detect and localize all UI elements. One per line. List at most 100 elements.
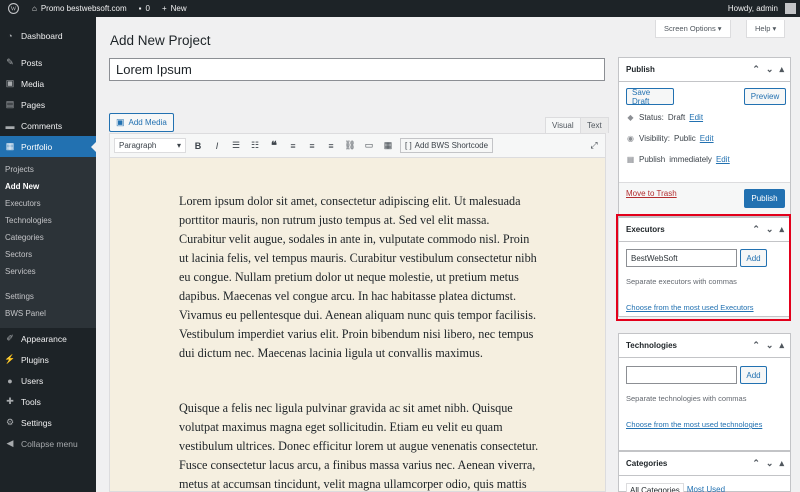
media-icon: ▣ [116,117,125,127]
menu-tools[interactable]: ✚ Tools [0,391,96,412]
publish-box-header: Publish ⌃ ⌄ ▴ [619,58,790,82]
chevron-down-icon: ▾ [176,141,181,150]
bws-shortcode-button[interactable]: [ ] Add BWS Shortcode [400,138,494,153]
align-center-icon[interactable]: ≡ [305,139,319,153]
submenu-services[interactable]: Services [0,263,96,280]
appearance-icon: ✐ [6,333,14,343]
tab-visual[interactable]: Visual [545,117,581,133]
users-icon: ● [7,375,13,386]
site-name-link[interactable]: ⌂ Promo bestwebsoft.com [26,0,133,17]
wordpress-logo-icon[interactable]: W [0,0,26,17]
choose-technologies-link[interactable]: Choose from the most used technologies [626,420,762,429]
bold-icon[interactable]: B [191,139,205,153]
publish-box: Publish ⌃ ⌄ ▴ Save Draft Preview ◆ Status: D… [618,57,791,217]
add-technology-button[interactable]: Add [740,366,767,384]
publish-button[interactable]: Publish [744,189,785,208]
submenu-settings[interactable]: Settings [0,288,96,305]
numbered-list-icon[interactable]: ☷ [248,139,262,153]
tab-text[interactable]: Text [580,117,609,133]
editor-toolbar: Paragraph ▾ B I ☰ ☷ ❝ ≡ ≡ ≡ ⛓ ▭ ▦ [ ] Add … [109,133,606,158]
tab-all-categories[interactable]: All Categories [626,483,684,492]
format-value: Paragraph [119,141,157,150]
edit-publish-time-link[interactable]: Edit [716,155,730,164]
chevron-up-icon[interactable]: ⌃ [752,340,760,351]
publish-time-row: ▦ Publish immediately Edit [626,155,730,164]
chevron-up-icon[interactable]: ⌃ [752,458,760,469]
technologies-box-title: Technologies [626,341,677,350]
format-select[interactable]: Paragraph ▾ [114,138,186,153]
post-title-input[interactable]: Lorem Ipsum [109,58,605,81]
new-content-link[interactable]: + New [156,0,193,17]
menu-media[interactable]: ▣ Media [0,73,96,94]
move-to-trash-link[interactable]: Move to Trash [626,189,677,198]
my-account-link[interactable]: Howdy, admin [722,0,800,17]
technologies-box-header: Technologies ⌃ ⌄ ▴ [619,334,790,358]
help-button[interactable]: Help ▾ [746,20,786,38]
menu-posts[interactable]: ✎ Posts [0,52,96,73]
submenu-categories[interactable]: Categories [0,229,96,246]
menu-appearance[interactable]: ✐ Appearance [0,328,96,349]
collapse-menu[interactable]: ◀ Collapse menu [0,433,96,454]
edit-visibility-link[interactable]: Edit [700,134,714,143]
collapse-icon: ◀ [6,438,14,448]
editor-paragraph: Lorem ipsum dolor sit amet, consectetur … [179,194,537,360]
submenu-sectors[interactable]: Sectors [0,246,96,263]
comments-count: 0 [145,4,150,13]
menu-users[interactable]: ● Users [0,370,96,391]
link-icon[interactable]: ⛓ [343,139,357,153]
toggle-arrow-icon[interactable]: ▴ [779,458,784,469]
comments-link[interactable]: ▪ 0 [133,0,156,17]
read-more-icon[interactable]: ▭ [362,139,376,153]
publish-actions: Move to Trash Publish [619,182,790,216]
menu-comments[interactable]: ▬ Comments [0,115,96,136]
blockquote-icon[interactable]: ❝ [267,139,281,153]
bulleted-list-icon[interactable]: ☰ [229,139,243,153]
align-right-icon[interactable]: ≡ [324,139,338,153]
dashboard-icon: ◔ [7,30,13,41]
menu-dashboard[interactable]: ◔ Dashboard [0,25,96,46]
toggle-arrow-icon[interactable]: ▴ [779,340,784,351]
menu-label: Plugins [21,354,49,365]
categories-box-header: Categories ⌃ ⌄ ▴ [619,452,790,476]
screen-options-button[interactable]: Screen Options ▾ [655,20,731,38]
add-media-button[interactable]: ▣ Add Media [109,113,174,132]
technologies-input[interactable] [626,366,737,384]
menu-plugins[interactable]: ⚡ Plugins [0,349,96,370]
eye-icon: ◉ [627,134,634,143]
chevron-down-icon[interactable]: ⌄ [766,340,774,351]
chevron-down-icon[interactable]: ⌄ [766,64,774,75]
toggle-arrow-icon[interactable]: ▴ [779,64,784,75]
chevron-down-icon[interactable]: ⌄ [766,458,774,469]
menu-pages[interactable]: ▤ Pages [0,94,96,115]
bws-shortcode-label: Add BWS Shortcode [414,141,489,150]
menu-label: Portfolio [21,141,53,152]
fullscreen-icon[interactable]: ⤢ [587,139,601,153]
edit-status-link[interactable]: Edit [689,113,703,122]
chevron-up-icon[interactable]: ⌃ [752,64,760,75]
menu-label: Settings [21,417,52,428]
align-left-icon[interactable]: ≡ [286,139,300,153]
settings-icon: ⚙ [5,417,15,427]
technologies-help-text: Separate technologies with commas [626,394,747,403]
menu-label: Collapse menu [21,438,78,449]
toolbar-toggle-icon[interactable]: ▦ [381,139,395,153]
submenu-executors[interactable]: Executors [0,195,96,212]
submenu-projects[interactable]: Projects [0,161,96,178]
menu-label: Media [21,78,45,89]
save-draft-button[interactable]: Save Draft [626,88,674,106]
menu-settings[interactable]: ⚙ Settings [0,412,96,433]
screen-options-label: Screen Options ▾ [664,24,722,33]
menu-portfolio[interactable]: ▦ Portfolio [0,136,96,157]
submenu-technologies[interactable]: Technologies [0,212,96,229]
tab-most-used[interactable]: Most Used [684,483,728,492]
preview-button[interactable]: Preview [744,88,786,105]
howdy-text: Howdy, admin [727,4,778,13]
editor-content[interactable]: Lorem ipsum dolor sit amet, consectetur … [109,158,606,492]
submenu-add-new[interactable]: Add New [0,178,96,195]
help-label: Help ▾ [755,24,777,33]
bracket-icon: [ ] [405,141,412,150]
italic-icon[interactable]: I [210,139,224,153]
submenu-bws-panel[interactable]: BWS Panel [0,305,96,322]
publish-label: Publish [639,155,666,164]
menu-label: Dashboard [21,30,63,41]
